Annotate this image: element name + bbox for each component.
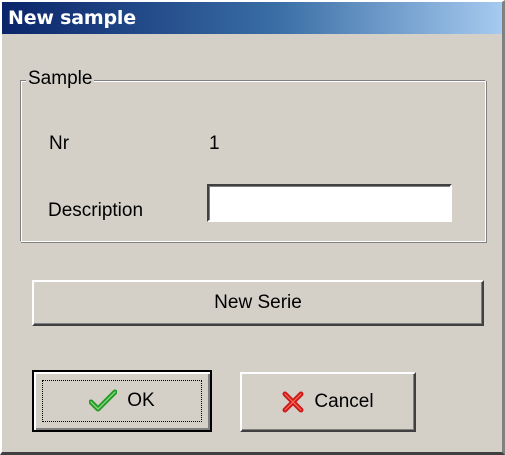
new-serie-label: New Serie	[214, 292, 302, 313]
nr-value: 1	[209, 133, 220, 154]
window-title: New sample	[8, 7, 136, 29]
ok-label: OK	[127, 390, 155, 411]
cancel-button[interactable]: Cancel	[240, 372, 416, 432]
nr-label: Nr	[49, 133, 70, 154]
new-serie-button[interactable]: New Serie	[32, 280, 484, 326]
checkmark-icon	[89, 389, 118, 413]
red-x-icon	[282, 391, 304, 413]
description-label: Description	[48, 200, 144, 221]
cancel-label: Cancel	[314, 391, 374, 412]
new-sample-dialog: New sample Sample Nr 1 Description New S…	[0, 0, 505, 455]
sample-group-legend: Sample	[26, 68, 95, 90]
title-bar[interactable]: New sample	[2, 2, 502, 34]
description-input[interactable]	[207, 184, 452, 222]
ok-button-content: OK	[89, 389, 155, 413]
ok-button[interactable]: OK	[32, 370, 212, 432]
cancel-button-content: Cancel	[282, 391, 374, 413]
